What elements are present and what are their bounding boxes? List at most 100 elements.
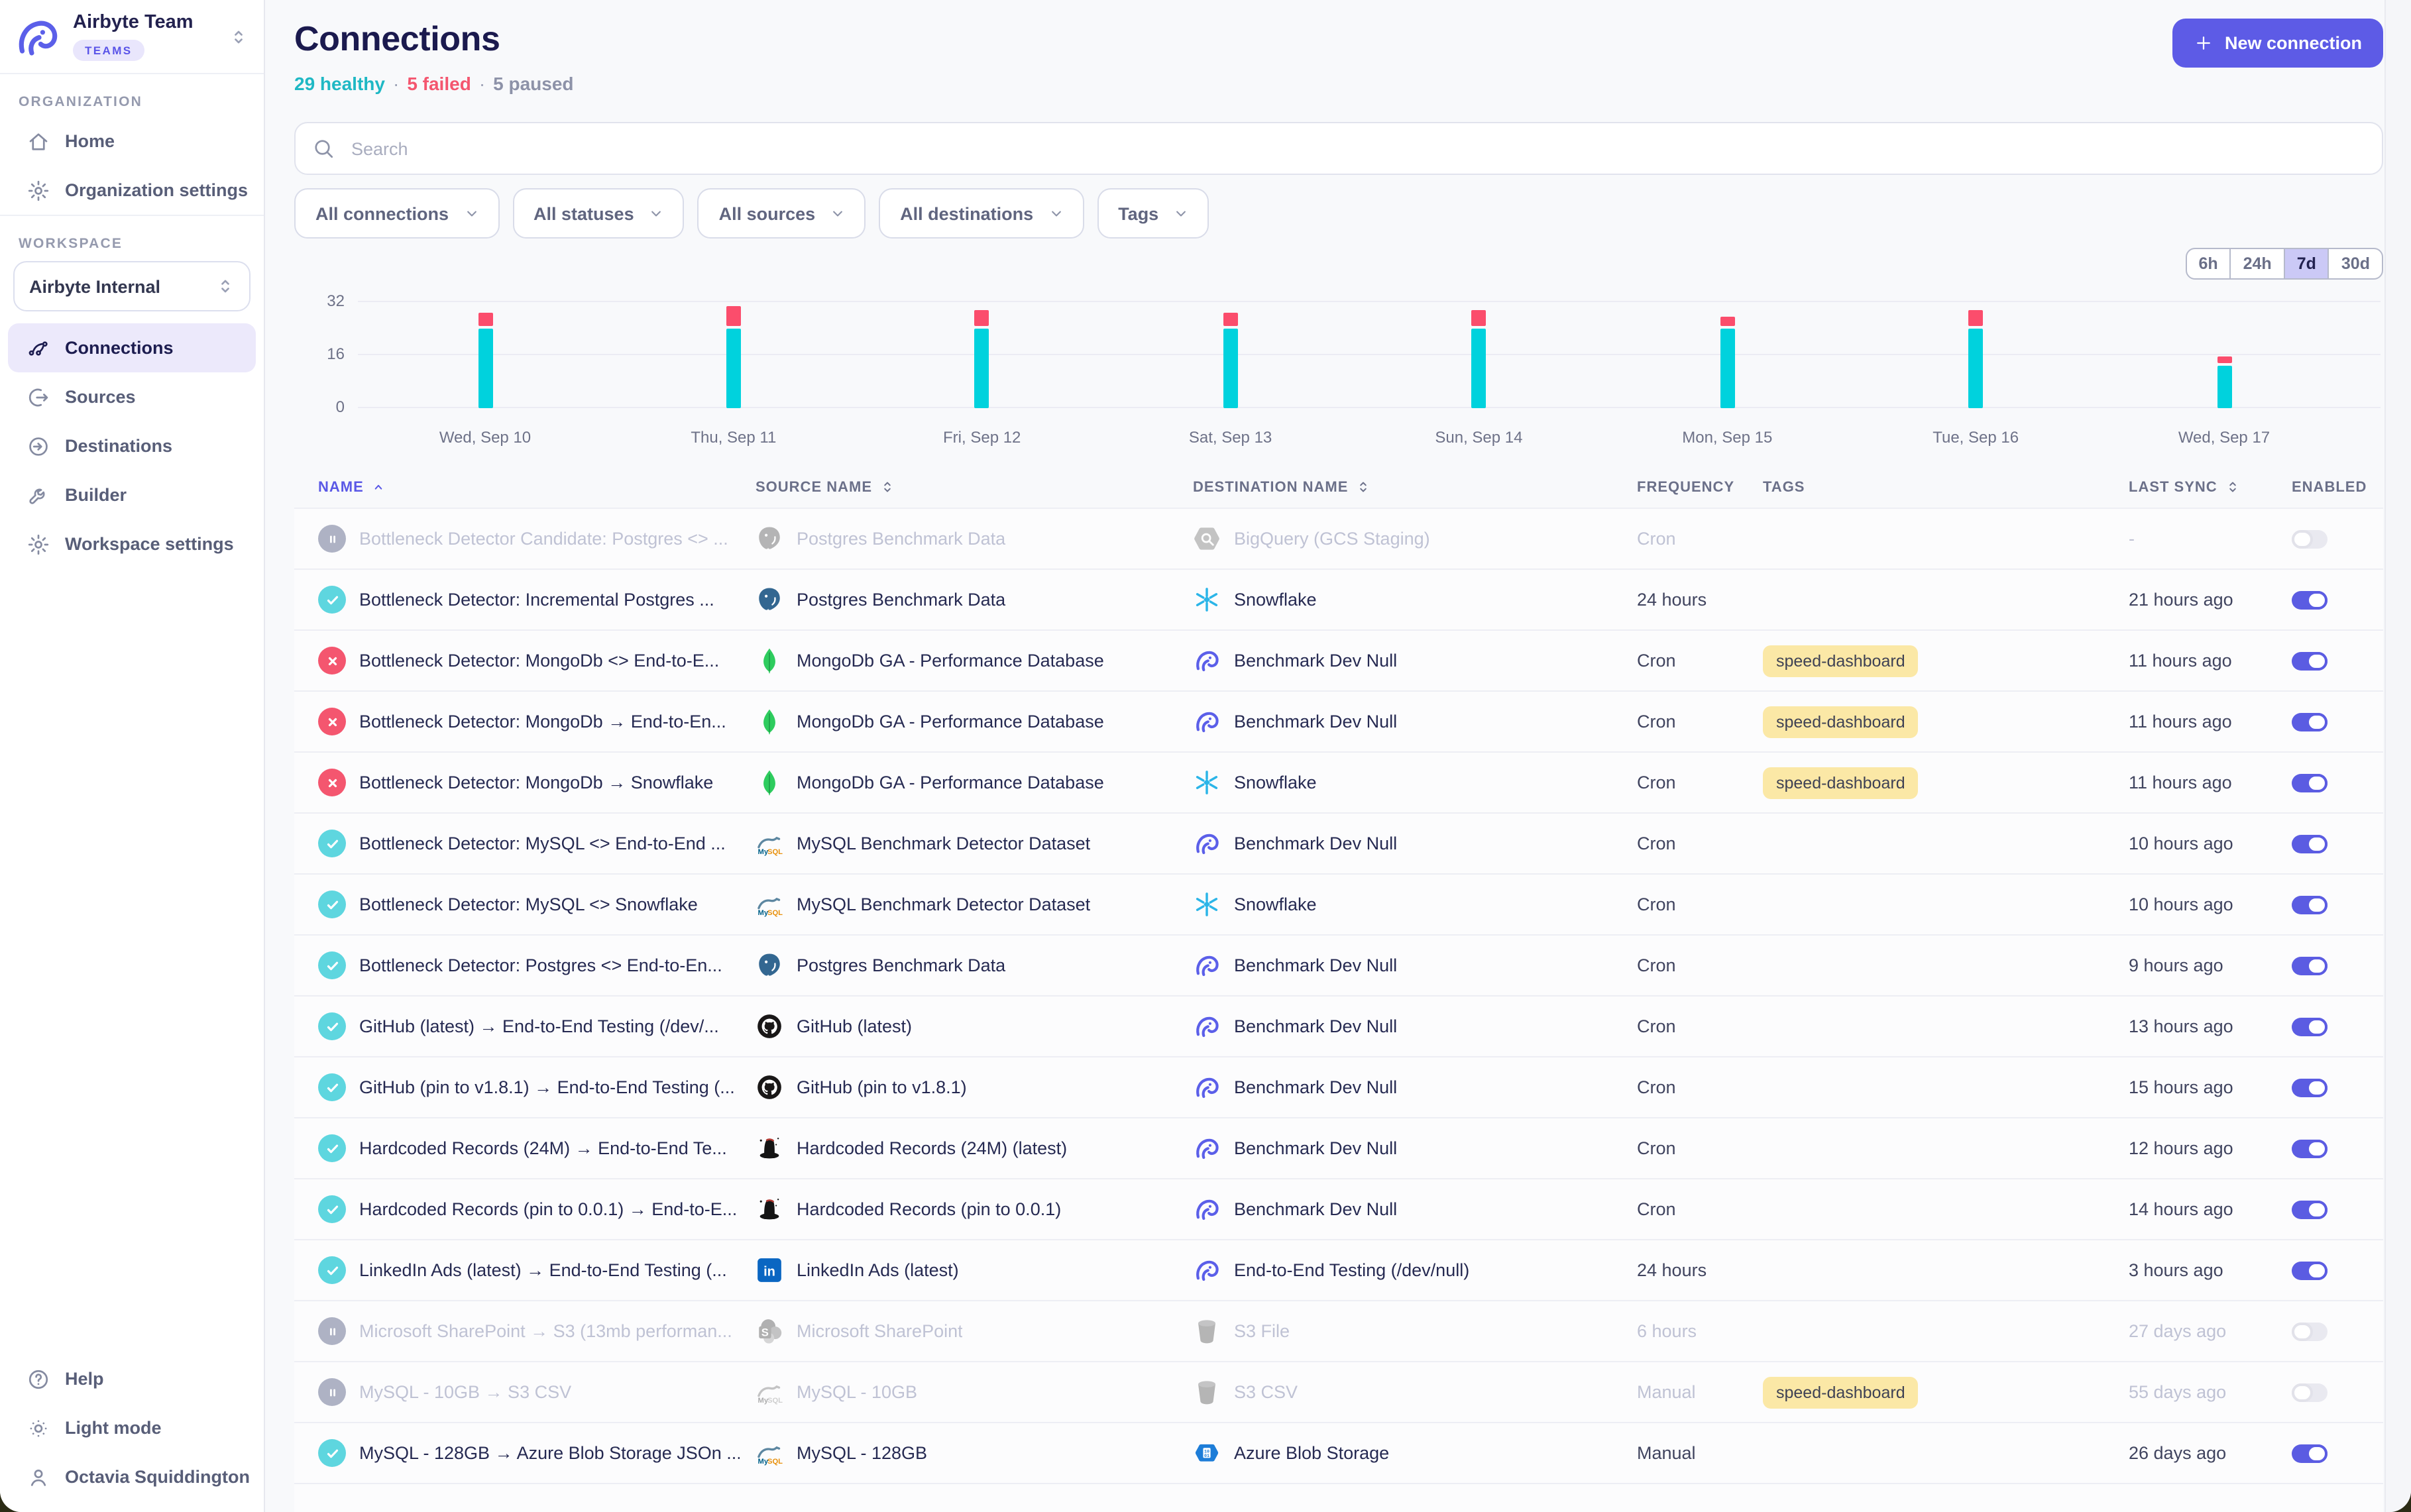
sidebar-item-sources[interactable]: Sources (8, 372, 256, 421)
team-switcher[interactable]: Airbyte Team TEAMS (0, 0, 264, 73)
destination-name: BigQuery (GCS Staging) (1234, 529, 1430, 549)
filter-all-destinations[interactable]: All destinations (879, 188, 1084, 239)
enabled-toggle[interactable] (2292, 712, 2327, 731)
enabled-toggle[interactable] (2292, 1383, 2327, 1401)
filter-all-connections[interactable]: All connections (294, 188, 499, 239)
enabled-toggle[interactable] (2292, 1017, 2327, 1036)
frequency: Cron (1637, 1199, 1763, 1219)
enabled-toggle[interactable] (2292, 529, 2327, 548)
enabled-toggle[interactable] (2292, 1444, 2327, 1462)
table-row[interactable]: Hardcoded Records (pin to 0.0.1) → End-t… (294, 1178, 2383, 1239)
table-row[interactable]: GitHub (pin to v1.8.1) → End-to-End Test… (294, 1056, 2383, 1117)
workspace-selector[interactable]: Airbyte Internal (13, 261, 251, 311)
table-row[interactable]: Bottleneck Detector: MongoDb <> End-to-E… (294, 629, 2383, 690)
search-input[interactable] (349, 137, 2366, 160)
scrollbar-gutter[interactable] (2384, 0, 2411, 1512)
table-row[interactable]: GitHub (latest) → End-to-End Testing (/d… (294, 995, 2383, 1056)
table-row[interactable]: Bottleneck Detector: MongoDb → Snowflake… (294, 751, 2383, 812)
workspace-name: Airbyte Internal (29, 276, 160, 296)
tag-chip: speed-dashboard (1763, 1376, 1919, 1408)
table-row[interactable]: Hardcoded Records (24M) → End-to-End Te.… (294, 1117, 2383, 1178)
sidebar-item-octavia-squiddington[interactable]: Octavia Squiddington (8, 1452, 256, 1501)
sidebar-item-connections[interactable]: Connections (8, 323, 256, 372)
filter-label: All connections (315, 203, 449, 223)
column-header-destination-name[interactable]: DESTINATION NAME (1193, 478, 1637, 496)
table-row[interactable]: Bottleneck Detector Candidate: Postgres … (294, 508, 2383, 568)
new-connection-button[interactable]: New connection (2173, 19, 2383, 68)
chart-xtick: Sun, Sep 14 (1435, 428, 1522, 447)
destination-name: S3 File (1234, 1321, 1290, 1341)
chart-bar (975, 309, 989, 408)
time-range-30d[interactable]: 30d (2328, 249, 2382, 278)
table-row[interactable]: LinkedIn Ads (latest) → End-to-End Testi… (294, 1239, 2383, 1300)
enabled-toggle[interactable] (2292, 590, 2327, 609)
table-row[interactable]: MySQL - 10GB → S3 CSVMySQLMySQL - 10GBS3… (294, 1361, 2383, 1422)
table-row[interactable]: Bottleneck Detector: Incremental Postgre… (294, 568, 2383, 629)
enabled-toggle[interactable] (2292, 1139, 2327, 1158)
column-label: ENABLED (2292, 479, 2367, 495)
status-healthy-icon (318, 891, 346, 918)
chart-xtick: Wed, Sep 17 (2178, 428, 2270, 447)
enabled-toggle[interactable] (2292, 1261, 2327, 1279)
sidebar-item-builder[interactable]: Builder (8, 470, 256, 519)
table-row[interactable]: Bottleneck Detector: MySQL <> SnowflakeM… (294, 873, 2383, 934)
time-range-7d[interactable]: 7d (2284, 249, 2328, 278)
destination-name: End-to-End Testing (/dev/null) (1234, 1260, 1469, 1280)
chevron-down-icon (647, 204, 666, 223)
column-label: DESTINATION NAME (1193, 479, 1348, 495)
enabled-toggle[interactable] (2292, 895, 2327, 914)
time-range-24h[interactable]: 24h (2230, 249, 2284, 278)
destination-name: Benchmark Dev Null (1234, 1077, 1397, 1097)
gear-icon (27, 178, 50, 202)
table-row[interactable]: MySQL - 128GB → Azure Blob Storage JSOn … (294, 1422, 2383, 1483)
table-row[interactable]: Bottleneck Detector: Postgres <> End-to-… (294, 934, 2383, 995)
enabled-toggle[interactable] (2292, 834, 2327, 853)
chart-bar-healthy (726, 329, 741, 408)
sidebar-item-home[interactable]: Home (8, 117, 256, 166)
enabled-toggle[interactable] (2292, 773, 2327, 792)
sort-asc-icon (370, 478, 388, 496)
filter-all-sources[interactable]: All sources (698, 188, 866, 239)
table-row[interactable]: Bottleneck Detector: MySQL <> End-to-End… (294, 812, 2383, 873)
filter-all-statuses[interactable]: All statuses (512, 188, 685, 239)
sidebar-item-light-mode[interactable]: Light mode (8, 1403, 256, 1452)
frequency: Cron (1637, 712, 1763, 731)
status-paused-icon (318, 525, 346, 553)
sort-both-icon (1355, 478, 1372, 496)
source-name: Microsoft SharePoint (797, 1321, 963, 1341)
sidebar-item-destinations[interactable]: Destinations (8, 421, 256, 470)
connection-name: GitHub (latest) → End-to-End Testing (/d… (359, 1016, 719, 1036)
enabled-toggle[interactable] (2292, 651, 2327, 670)
column-header-name[interactable]: NAME (294, 478, 756, 496)
destination-name: Benchmark Dev Null (1234, 1138, 1397, 1158)
enabled-toggle[interactable] (2292, 1078, 2327, 1097)
status-healthy-icon (318, 1012, 346, 1040)
table-row[interactable]: Bottleneck Detector: MongoDb → End-to-En… (294, 690, 2383, 751)
enabled-toggle[interactable] (2292, 1322, 2327, 1340)
time-range-6h[interactable]: 6h (2186, 249, 2229, 278)
sidebar-item-organization-settings[interactable]: Organization settings (8, 166, 256, 215)
last-sync: 3 hours ago (2129, 1260, 2292, 1280)
connection-name: Microsoft SharePoint → S3 (13mb performa… (359, 1321, 732, 1341)
sidebar-item-workspace-settings[interactable]: Workspace settings (8, 519, 256, 568)
destination-name: Benchmark Dev Null (1234, 1016, 1397, 1036)
airbyte-icon (1193, 1073, 1221, 1101)
column-header-tags: TAGS (1763, 479, 2129, 495)
snowflake-icon (1193, 891, 1221, 918)
sync-history-chart: 01632 Wed, Sep 10Thu, Sep 11Fri, Sep 12S… (294, 296, 2383, 457)
enabled-toggle[interactable] (2292, 956, 2327, 975)
airbyte-icon (1193, 830, 1221, 857)
sidebar-item-help[interactable]: Help (8, 1354, 256, 1403)
column-header-last-sync[interactable]: LAST SYNC (2129, 478, 2292, 496)
source-name: Postgres Benchmark Data (797, 529, 1005, 549)
frequency: Cron (1637, 955, 1763, 975)
frequency: 24 hours (1637, 590, 1763, 610)
source-name: GitHub (pin to v1.8.1) (797, 1077, 967, 1097)
enabled-toggle[interactable] (2292, 1200, 2327, 1218)
destination-name: S3 CSV (1234, 1382, 1298, 1402)
table-row[interactable]: Microsoft SharePoint → S3 (13mb performa… (294, 1300, 2383, 1361)
column-header-source-name[interactable]: SOURCE NAME (756, 478, 1193, 496)
filter-tags[interactable]: Tags (1097, 188, 1209, 239)
mongodb-icon (756, 769, 783, 796)
stats-separator: · (393, 73, 399, 94)
